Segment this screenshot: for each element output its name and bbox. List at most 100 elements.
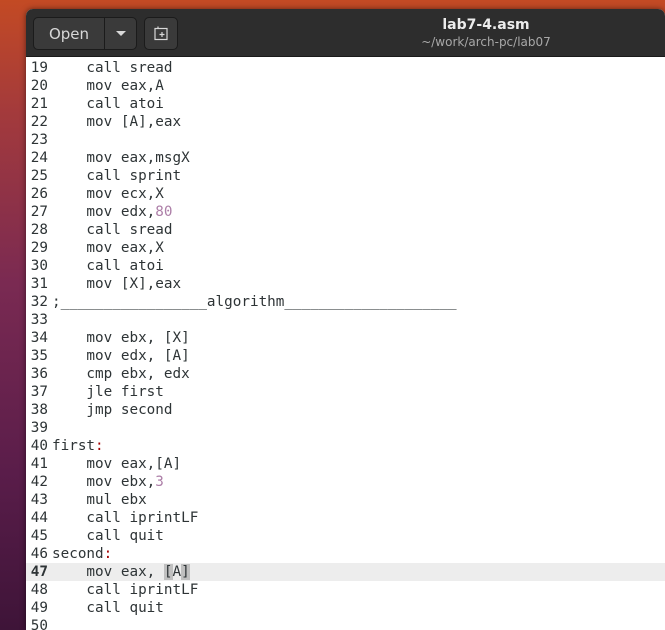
line-number: 42 bbox=[30, 474, 48, 490]
code-text: call quit bbox=[52, 528, 164, 544]
line-code: mov eax,[A] bbox=[52, 455, 181, 473]
code-text: call iprintLF bbox=[52, 582, 199, 598]
line-number: 37 bbox=[30, 384, 48, 400]
code-text: mov eax,[A] bbox=[52, 456, 182, 472]
code-text: call atoi bbox=[52, 96, 164, 112]
code-line[interactable]: 38 jmp second bbox=[26, 401, 665, 419]
code-text: jle first bbox=[52, 384, 164, 400]
code-line[interactable]: 44 call iprintLF bbox=[26, 509, 665, 527]
line-number: 21 bbox=[30, 96, 48, 112]
new-document-icon bbox=[154, 26, 168, 40]
code-text: second bbox=[52, 546, 104, 562]
line-code: jle first bbox=[52, 383, 164, 401]
window-subtitle: ~/work/arch-pc/lab07 bbox=[421, 35, 551, 49]
code-line[interactable]: 21 call atoi bbox=[26, 95, 665, 113]
code-text: mov eax,A bbox=[52, 78, 164, 94]
label-colon: : bbox=[103, 546, 113, 562]
line-code: jmp second bbox=[52, 401, 173, 419]
line-number: 25 bbox=[30, 168, 48, 184]
line-code: mov ebx, [X] bbox=[52, 329, 190, 347]
code-text: jmp second bbox=[52, 402, 173, 418]
code-line[interactable]: 35 mov edx, [A] bbox=[26, 347, 665, 365]
label-colon: : bbox=[95, 438, 104, 454]
line-code: call iprintLF bbox=[52, 581, 198, 599]
code-text: mul ebx bbox=[52, 492, 147, 508]
line-number: 44 bbox=[30, 510, 48, 526]
line-code: call atoi bbox=[52, 95, 164, 113]
code-line[interactable]: 49 call quit bbox=[26, 599, 665, 617]
code-text: call quit bbox=[52, 600, 164, 616]
code-line[interactable]: 39 bbox=[26, 419, 665, 437]
code-line[interactable]: 31 mov [X],eax bbox=[26, 275, 665, 293]
open-menu-button[interactable] bbox=[104, 18, 136, 49]
code-text: call iprintLF bbox=[52, 510, 199, 526]
bracket-match: ] bbox=[181, 564, 190, 580]
code-text: call sprint bbox=[52, 168, 182, 184]
line-number: 39 bbox=[30, 420, 48, 436]
code-line[interactable]: 42 mov ebx,3 bbox=[26, 473, 665, 491]
desktop-background bbox=[0, 0, 26, 630]
code-line[interactable]: 37 jle first bbox=[26, 383, 665, 401]
code-line[interactable]: 20 mov eax,A bbox=[26, 77, 665, 95]
line-number: 28 bbox=[30, 222, 48, 238]
code-line[interactable]: 36 cmp ebx, edx bbox=[26, 365, 665, 383]
window-title-area: lab7-4.asm ~/work/arch-pc/lab07 bbox=[326, 16, 646, 50]
code-line[interactable]: 46 second: bbox=[26, 545, 665, 563]
code-line[interactable]: 30 call atoi bbox=[26, 257, 665, 275]
code-line[interactable]: 47 mov eax, [A] bbox=[26, 563, 665, 581]
code-line[interactable]: 24 mov eax,msgX bbox=[26, 149, 665, 167]
line-number: 20 bbox=[30, 78, 48, 94]
line-number: 35 bbox=[30, 348, 48, 364]
line-code: call sread bbox=[52, 59, 172, 77]
line-code: mov [X],eax bbox=[52, 275, 181, 293]
code-line[interactable]: 27 mov edx,80 bbox=[26, 203, 665, 221]
code-text: mov ecx,X bbox=[52, 186, 164, 202]
code-line[interactable]: 28 call sread bbox=[26, 221, 665, 239]
code-line[interactable]: 23 bbox=[26, 131, 665, 149]
line-code: mov eax,X bbox=[52, 239, 163, 257]
code-text: ;_________________algorithm_____________… bbox=[52, 294, 457, 310]
line-code: second: bbox=[52, 545, 112, 563]
code-line[interactable]: 33 bbox=[26, 311, 665, 329]
code-line[interactable]: 34 mov ebx, [X] bbox=[26, 329, 665, 347]
line-code: mov ecx,X bbox=[52, 185, 164, 203]
line-number: 48 bbox=[30, 582, 48, 598]
line-number: 30 bbox=[30, 258, 48, 274]
line-number: 26 bbox=[30, 186, 48, 202]
bracket-match: [ bbox=[163, 564, 173, 580]
code-line[interactable]: 25 call sprint bbox=[26, 167, 665, 185]
code-line[interactable]: 29 mov eax,X bbox=[26, 239, 665, 257]
line-code: mov [A],eax bbox=[52, 113, 181, 131]
code-line[interactable]: 41 mov eax,[A] bbox=[26, 455, 665, 473]
line-code: call quit bbox=[52, 599, 164, 617]
line-number: 50 bbox=[30, 618, 48, 630]
code-line[interactable]: 26 mov ecx,X bbox=[26, 185, 665, 203]
code-text: mov ebx, [X] bbox=[52, 330, 190, 346]
line-number: 40 bbox=[30, 438, 48, 454]
line-code: call atoi bbox=[52, 257, 163, 275]
line-number: 49 bbox=[30, 600, 48, 616]
code-line[interactable]: 50 bbox=[26, 617, 665, 630]
line-number: 45 bbox=[30, 528, 48, 544]
window-title: lab7-4.asm bbox=[442, 17, 530, 33]
code-line[interactable]: 45 call quit bbox=[26, 527, 665, 545]
code-line[interactable]: 22 mov [A],eax bbox=[26, 113, 665, 131]
line-code: mov edx,80 bbox=[52, 203, 172, 221]
text-editor-window: Open lab7-4.asm ~/work/arch-pc/lab07 19 … bbox=[26, 9, 665, 630]
code-line[interactable]: 40 first: bbox=[26, 437, 665, 455]
header-bar: Open lab7-4.asm ~/work/arch-pc/lab07 bbox=[26, 9, 665, 57]
code-editor[interactable]: 19 call sread 20 mov eax,A 21 call atoi 22 … bbox=[26, 58, 665, 630]
line-number: 31 bbox=[30, 276, 48, 292]
code-line[interactable]: 43 mul ebx bbox=[26, 491, 665, 509]
line-number: 22 bbox=[30, 114, 48, 130]
code-text: cmp ebx, edx bbox=[52, 366, 190, 382]
code-line[interactable]: 19 call sread bbox=[26, 59, 665, 77]
code-line[interactable]: 32 ;_________________algorithm___________… bbox=[26, 293, 665, 311]
line-number: 43 bbox=[30, 492, 48, 508]
line-code: call iprintLF bbox=[52, 509, 198, 527]
line-code: call sprint bbox=[52, 167, 181, 185]
open-button[interactable]: Open bbox=[34, 18, 104, 49]
code-text: mov ebx, bbox=[52, 474, 156, 490]
new-document-button[interactable] bbox=[144, 17, 178, 50]
code-line[interactable]: 48 call iprintLF bbox=[26, 581, 665, 599]
